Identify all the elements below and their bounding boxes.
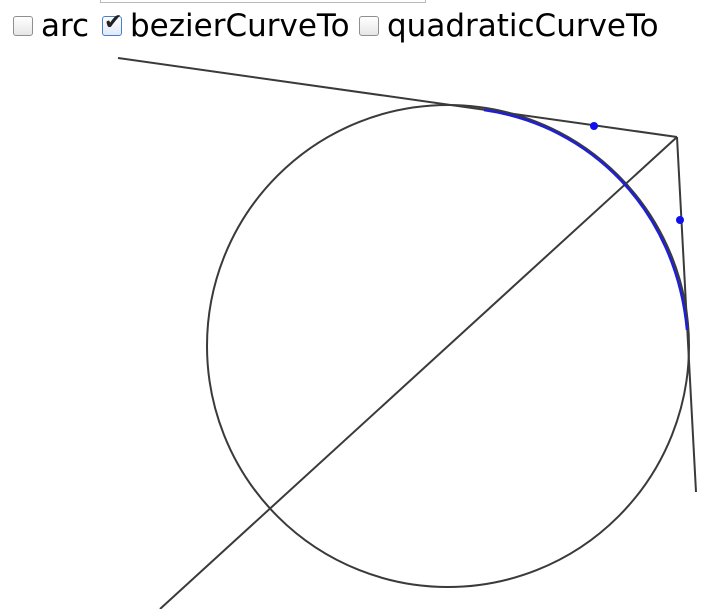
control-point-2[interactable] — [676, 216, 684, 224]
drawing-canvas[interactable] — [0, 0, 710, 609]
control-point-1[interactable] — [590, 122, 598, 130]
tangent-line-right — [676, 136, 697, 493]
diagonal-line — [159, 136, 678, 609]
